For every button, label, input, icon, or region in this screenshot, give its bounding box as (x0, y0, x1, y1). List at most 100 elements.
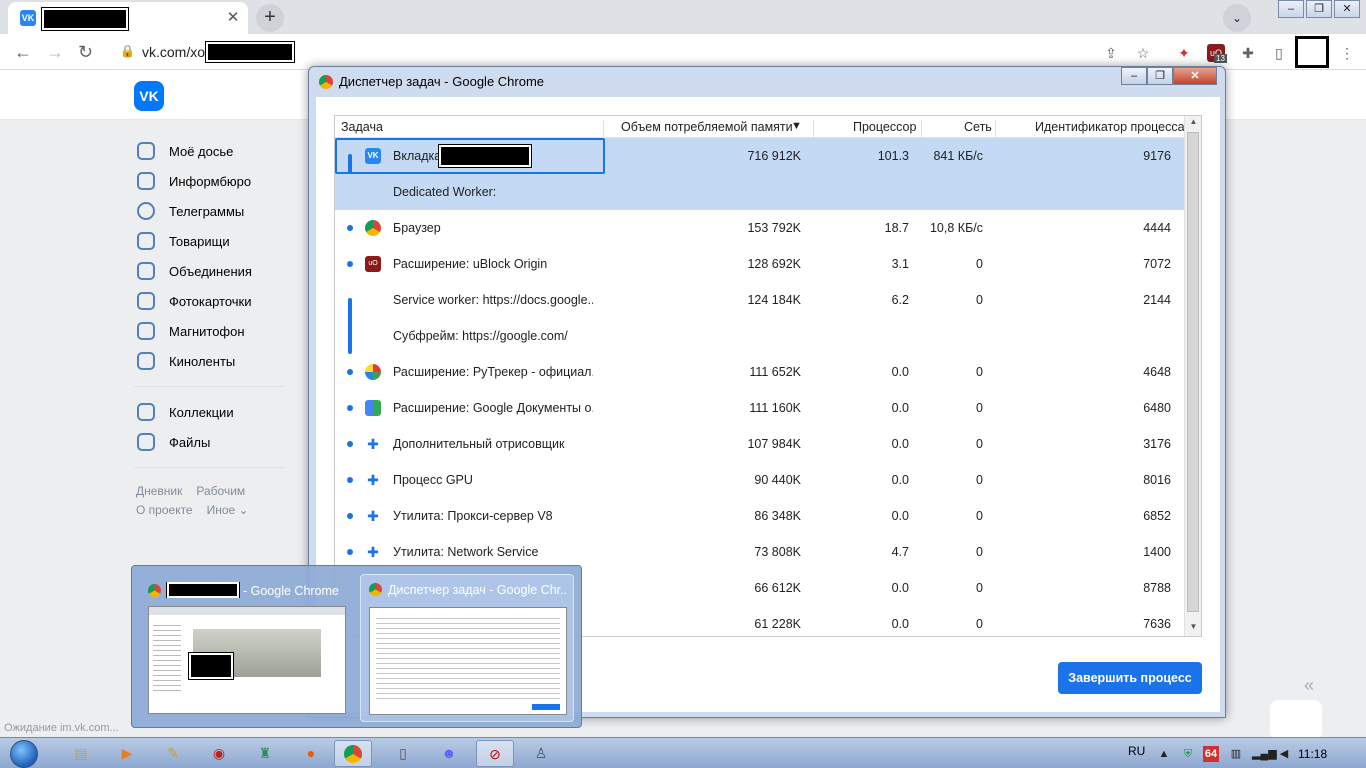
table-row[interactable]: Расширение: РуТрекер - официал... 111 65… (335, 354, 1185, 390)
table-row[interactable]: Браузер 153 792K 18.7 10,8 КБ/с 4444 (335, 210, 1185, 246)
tab-vk[interactable]: VK ✕ (8, 2, 248, 34)
sidebar-item-messages[interactable]: Телеграммы (134, 196, 284, 226)
back-icon[interactable]: ← (14, 42, 32, 63)
camera-app-taskbar-icon[interactable]: ◉ (200, 740, 238, 767)
tray-badge-64[interactable]: 64 (1203, 746, 1219, 762)
thumbnail-chrome-window[interactable]: - Google Chrome (140, 574, 354, 722)
clock[interactable]: 11:18 (1298, 747, 1327, 761)
network-signal-icon[interactable]: ▂▄▆ (1252, 746, 1277, 762)
extensions-puzzle-icon[interactable]: ✚ (1239, 44, 1257, 62)
start-button[interactable] (4, 738, 44, 768)
table-row[interactable]: ✚ Процесс GPU 90 440K 0.0 0 8016 (335, 462, 1185, 498)
sidebar-item-music[interactable]: Магнитофон (134, 316, 284, 346)
side-panel-icon[interactable]: ▯ (1270, 44, 1288, 62)
scroll-up-icon[interactable]: ▲ (1185, 117, 1201, 131)
blocked-app-taskbar-icon[interactable]: ⊘ (476, 740, 514, 767)
tm-maximize-button[interactable]: ❐ (1147, 67, 1173, 85)
address-bar[interactable]: 🔒 vk.com/xo (110, 38, 1170, 66)
forward-icon[interactable]: → (46, 42, 64, 63)
table-row[interactable]: Service worker: https://docs.google.... … (335, 282, 1185, 354)
sidebar-item-files[interactable]: Файлы (134, 427, 284, 457)
extension-badge: 13 (1214, 54, 1227, 63)
user-app-taskbar-icon[interactable]: ♙ (522, 740, 560, 767)
table-row[interactable]: ✚ Дополнительный отрисовщик 107 984K 0.0… (335, 426, 1185, 462)
thumbnail-title-text: Диспетчер задач - Google Chr... (388, 583, 567, 597)
footer-link-about[interactable]: О проекте (136, 503, 193, 517)
tray-expand-icon[interactable]: ▲ (1156, 746, 1172, 762)
table-row[interactable]: Расширение: Google Документы о... 111 16… (335, 390, 1185, 426)
network-value: 0 (976, 545, 983, 559)
memory-value: 107 984K (747, 437, 801, 451)
column-task[interactable]: Задача (341, 120, 383, 134)
tab-close-icon[interactable]: ✕ (224, 9, 242, 27)
table-row[interactable]: VK Вкладка 716 912K 101.3 841 КБ/с 9176 (335, 138, 1185, 210)
tm-close-button[interactable]: ✕ (1173, 67, 1217, 85)
tab-strip: VK ✕ + ⌄ – ❐ ✕ (0, 0, 1366, 34)
tm-minimize-button[interactable]: – (1121, 67, 1147, 85)
network-value: 0 (976, 509, 983, 523)
end-process-button[interactable]: Завершить процесс (1058, 662, 1202, 694)
task-manager-window-controls: – ❐ ✕ (1121, 67, 1217, 85)
table-row[interactable]: Субфрейм: https://google.com/ (335, 318, 1185, 354)
minimize-button[interactable]: – (1278, 0, 1304, 18)
profile-avatar-redacted[interactable] (1295, 36, 1329, 68)
chrome-taskbar-icon[interactable] (334, 740, 372, 767)
media-player-taskbar-icon[interactable]: ▶ (108, 740, 146, 767)
app-taskbar-icon[interactable]: ♜ (246, 740, 284, 767)
vk-logo-icon[interactable]: VK (134, 81, 164, 111)
new-tab-button[interactable]: + (256, 4, 284, 32)
sidebar-item-friends[interactable]: Товарищи (134, 226, 284, 256)
footer-link-blog[interactable]: Дневник (136, 484, 182, 498)
task-name: Браузер (393, 221, 441, 235)
firefox-taskbar-icon[interactable]: ● (292, 740, 330, 767)
menu-dots-icon[interactable]: ⋮ (1338, 44, 1356, 62)
footer-link-more[interactable]: Иное ⌄ (207, 503, 249, 517)
sidebar-item-photos[interactable]: Фотокарточки (134, 286, 284, 316)
vertical-scrollbar[interactable]: ▲ ▼ (1184, 116, 1201, 636)
pencil-app-taskbar-icon[interactable]: ✎ (154, 740, 192, 767)
column-network[interactable]: Сеть (964, 120, 992, 134)
reload-icon[interactable]: ↻ (78, 42, 93, 63)
clipboard-icon[interactable]: ▥ (1228, 746, 1244, 762)
column-pid[interactable]: Идентификатор процесса (1035, 120, 1185, 134)
language-indicator[interactable]: RU (1128, 744, 1145, 758)
sidebar-item-label: Фотокарточки (169, 293, 252, 309)
bookmark-star-icon[interactable]: ☆ (1134, 44, 1152, 62)
tab-search-button[interactable]: ⌄ (1223, 4, 1251, 32)
chrome-icon (148, 584, 161, 597)
scroll-down-icon[interactable]: ▼ (1185, 622, 1201, 636)
sidebar-item-profile[interactable]: Моё досье (134, 136, 284, 166)
vk-sidebar: Моё досье Информбюро Телеграммы Товарищи… (134, 136, 284, 478)
sidebar-item-label: Информбюро (169, 173, 252, 189)
scroll-thumb[interactable] (1187, 132, 1199, 612)
sidebar-item-groups[interactable]: Объединения (134, 256, 284, 286)
network-value: 0 (976, 617, 983, 631)
table-row[interactable]: ✚ Утилита: Прокси-сервер V8 86 348K 0.0 … (335, 498, 1185, 534)
discord-taskbar-icon[interactable]: ☻ (430, 740, 468, 767)
thumbnail-task-manager[interactable]: Диспетчер задач - Google Chr... (360, 574, 574, 722)
sidebar-item-videos[interactable]: Киноленты (134, 346, 284, 376)
collapse-chevron-icon[interactable]: « (1304, 675, 1314, 696)
column-memory[interactable]: Объем потребляемой памяти (621, 120, 793, 134)
explorer-taskbar-icon[interactable]: ▤ (62, 740, 100, 767)
process-dot (347, 225, 353, 231)
chat-widget-button[interactable] (1270, 700, 1322, 740)
sidebar-item-news[interactable]: Информбюро (134, 166, 284, 196)
column-divider (995, 120, 996, 138)
share-icon[interactable]: ⇪ (1102, 44, 1120, 62)
column-cpu[interactable]: Процессор (853, 120, 916, 134)
security-shield-icon[interactable]: ⛨ (1180, 746, 1196, 762)
device-taskbar-icon[interactable]: ▯ (384, 740, 422, 767)
table-row[interactable]: Dedicated Worker: (335, 174, 1185, 210)
rutracker-extension-icon[interactable]: ✦ (1175, 44, 1193, 62)
table-row[interactable]: uO Расширение: uBlock Origin 128 692K 3.… (335, 246, 1185, 282)
footer-link-jobs[interactable]: Рабочим (196, 484, 245, 498)
vk-footer-links: Дневник Рабочим О проекте Иное ⌄ (136, 482, 286, 520)
redacted-tab-name (438, 144, 532, 168)
task-name: Утилита: Network Service (393, 545, 539, 559)
maximize-button[interactable]: ❐ (1306, 0, 1332, 18)
volume-icon[interactable]: ◀ (1276, 746, 1292, 762)
close-button[interactable]: ✕ (1334, 0, 1360, 18)
sidebar-item-bookmarks[interactable]: Коллекции (134, 397, 284, 427)
memory-value: 73 808K (754, 545, 801, 559)
